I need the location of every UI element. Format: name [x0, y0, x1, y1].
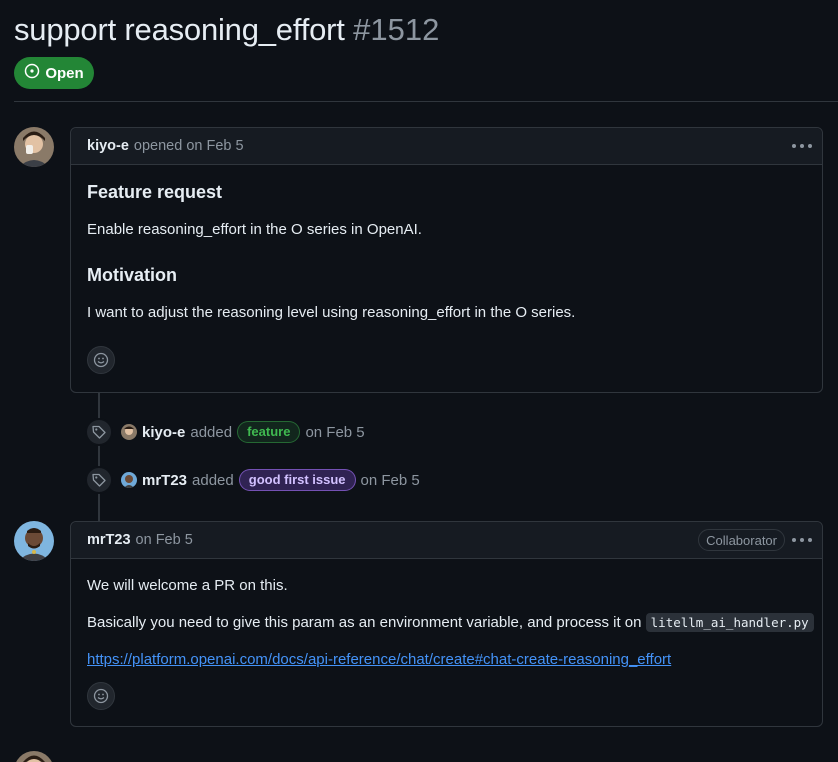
label-feature[interactable]: feature — [237, 421, 301, 443]
comment-header: mrT23 on Feb 5 Collaborator — [71, 522, 822, 559]
issue-title-row: support reasoning_effort #1512 — [14, 12, 439, 48]
avatar-kiyo-e[interactable] — [14, 127, 54, 167]
smiley-icon — [93, 352, 109, 368]
comment-author[interactable]: mrT23 — [87, 532, 131, 548]
event-verb: added — [190, 423, 233, 441]
section-heading: Feature request — [87, 182, 223, 202]
comment-body: Feature request Enable reasoning_effort … — [71, 165, 822, 393]
label-good-first-issue[interactable]: good first issue — [238, 469, 356, 491]
smiley-icon — [93, 688, 109, 704]
issue-page: support reasoning_effort #1512 Open kiyo… — [0, 0, 838, 762]
comment-mrT23: mrT23 on Feb 5 Collaborator We will welc… — [70, 521, 823, 727]
add-reaction-button[interactable] — [87, 682, 115, 710]
comment-paragraph: We will welcome a PR on this. — [87, 577, 288, 594]
tag-icon — [85, 418, 113, 446]
comment-paragraph: Basically you need to give this param as… — [87, 613, 814, 632]
inline-code: litellm_ai_handler.py — [645, 613, 814, 632]
comment-kiyo-e: kiyo-e opened on Feb 5 Feature request E… — [70, 127, 823, 393]
header-divider — [14, 101, 838, 102]
timeline-event-label-added: kiyo-e added feature on Feb 5 — [85, 417, 365, 447]
avatar-next-comment[interactable] — [14, 751, 54, 762]
event-actor[interactable]: mrT23 — [142, 472, 187, 489]
comment-timestamp[interactable]: opened on Feb 5 — [134, 138, 244, 154]
docs-link[interactable]: https://platform.openai.com/docs/api-ref… — [87, 651, 671, 668]
issue-open-icon — [24, 63, 40, 83]
comment-author[interactable]: kiyo-e — [87, 138, 129, 154]
paragraph-text: Basically you need to give this param as… — [87, 614, 642, 631]
add-reaction-button[interactable] — [87, 346, 115, 374]
comment-timestamp[interactable]: on Feb 5 — [136, 532, 193, 548]
issue-state-label: Open — [45, 64, 84, 82]
comment-body: We will welcome a PR on this. Basically … — [71, 559, 822, 727]
event-actor[interactable]: kiyo-e — [142, 424, 185, 441]
section-text: Enable reasoning_effort in the O series … — [87, 221, 422, 238]
issue-title: support reasoning_effort — [14, 12, 345, 47]
kebab-icon[interactable] — [792, 532, 812, 548]
section-heading: Motivation — [87, 265, 177, 285]
collaborator-badge: Collaborator — [698, 529, 785, 551]
event-verb: added — [192, 471, 234, 489]
section-text: I want to adjust the reasoning level usi… — [87, 304, 576, 321]
kebab-icon[interactable] — [792, 138, 812, 154]
timeline-line — [98, 392, 100, 521]
event-date[interactable]: on Feb 5 — [361, 472, 420, 489]
issue-state-badge: Open — [14, 57, 94, 89]
issue-number: #1512 — [353, 12, 440, 47]
avatar-mrT23-small[interactable] — [121, 472, 137, 488]
tag-icon — [85, 466, 113, 494]
avatar-mrT23[interactable] — [14, 521, 54, 561]
event-date[interactable]: on Feb 5 — [305, 424, 364, 441]
comment-header: kiyo-e opened on Feb 5 — [71, 128, 822, 165]
timeline-event-label-added: mrT23 added good first issue on Feb 5 — [85, 465, 420, 495]
avatar-kiyo-e-small[interactable] — [121, 424, 137, 440]
